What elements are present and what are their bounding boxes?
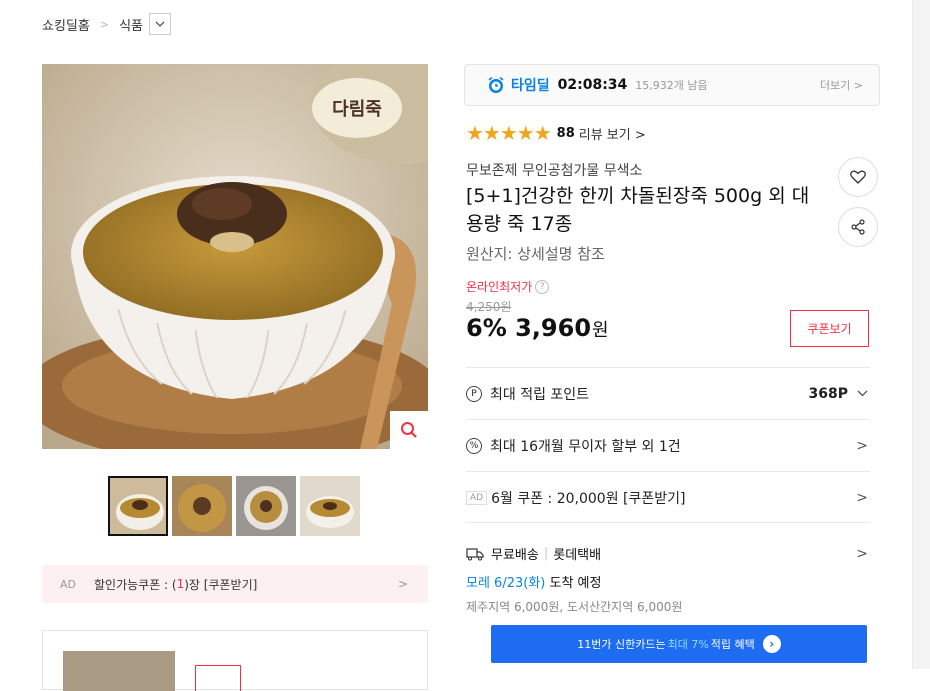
carrier: 롯데택배: [553, 548, 602, 563]
origin-info: 원산지: 상세설명 참조: [466, 245, 605, 263]
divider: |: [543, 546, 549, 561]
truck-icon: [466, 547, 484, 560]
thumbnail-4[interactable]: [300, 476, 360, 536]
rating-row: ★★★★★ 88 리뷰 보기 >: [466, 121, 646, 145]
share-button[interactable]: [838, 207, 878, 247]
wishlist-button[interactable]: [838, 157, 878, 197]
sale-price: 6% 3,960원: [466, 314, 609, 342]
coupon-count: 1: [176, 577, 185, 591]
extra-shipping-fee: 제주지역 6,000원, 도서산간지역 6,000원: [466, 600, 683, 614]
seller-tagline: 무보존제 무인공첨가물 무색소: [466, 163, 643, 179]
monthly-coupon-row[interactable]: AD 6월 쿠폰 : 20,000원 [쿠폰받기] >: [466, 471, 870, 523]
chevron-right-icon[interactable]: >: [856, 546, 868, 562]
timedeal-title: 타임딜: [511, 78, 550, 94]
shipping-info: 무료배송 | 롯데택배 > 모레 6/23(화) 도착 예정 제주지역 6,00…: [466, 522, 870, 615]
card-banner-highlight: 최대 7%: [667, 638, 709, 651]
coupon-bar-prefix: 할인가능쿠폰 : (: [94, 577, 177, 592]
seller-image: [63, 651, 175, 691]
breadcrumb: 쇼킹딜홈 > 식품: [42, 12, 171, 36]
zoom-button[interactable]: [390, 411, 428, 449]
review-count[interactable]: 88: [557, 126, 575, 141]
breadcrumb-home[interactable]: 쇼킹딜홈: [42, 15, 90, 34]
thumbnail-1[interactable]: [108, 476, 168, 536]
heart-icon: [850, 170, 866, 184]
category-dropdown-button[interactable]: [148, 13, 171, 35]
price-unit: 원: [592, 320, 609, 341]
thumbnail-2[interactable]: [172, 476, 232, 536]
chevron-right-icon: >: [397, 577, 408, 591]
points-row[interactable]: P 최대 적립 포인트 368P: [466, 367, 870, 419]
arrow-right-icon: ›: [762, 635, 781, 653]
chevron-down-icon: [857, 390, 868, 397]
installment-text: 최대 16개월 무이자 할부 외 1건: [490, 438, 681, 455]
star-rating-icon: ★★★★★: [466, 121, 552, 145]
card-benefit-button[interactable]: 11번가 신한카드는 최대 7% 적립 혜택 ›: [491, 625, 867, 663]
ad-label: AD: [60, 577, 76, 591]
card-banner-suffix: 적립 혜택: [710, 638, 755, 651]
chevron-right-icon: >: [856, 437, 868, 454]
chevron-down-icon: [155, 21, 165, 27]
ad-label: AD: [466, 490, 488, 505]
review-link[interactable]: 리뷰 보기 >: [579, 124, 646, 143]
chevron-right-icon: >: [856, 489, 868, 506]
help-icon[interactable]: ?: [535, 279, 550, 294]
search-icon: [401, 422, 417, 438]
timedeal-bar: 타임딜 02:08:34 15,932개 남음 더보기 >: [464, 64, 880, 106]
point-icon: P: [466, 385, 482, 402]
thumbnail-list: [108, 476, 360, 536]
timedeal-more-link[interactable]: 더보기 >: [820, 77, 863, 93]
free-shipping: 무료배송: [491, 548, 539, 563]
seller-info-box: [42, 630, 428, 691]
percent-icon: %: [466, 437, 482, 454]
coupon-download-bar[interactable]: AD 할인가능쿠폰 : (1)장 [쿠폰받기] >: [42, 565, 428, 603]
main-product-image[interactable]: 다림죽: [42, 64, 428, 449]
share-icon: [851, 219, 865, 235]
brand-logo: 다림죽: [312, 78, 402, 138]
breadcrumb-category[interactable]: 식품: [119, 15, 143, 34]
product-title: [5+1]건강한 한끼 차돌된장죽 500g 외 대용량 죽 17종: [466, 185, 810, 235]
installment-row[interactable]: % 최대 16개월 무이자 할부 외 1건 >: [466, 419, 870, 471]
card-banner-prefix: 11번가 신한카드는: [577, 638, 666, 651]
thumbnail-3[interactable]: [236, 476, 296, 536]
points-value: 368P: [808, 385, 848, 402]
arrival-date: 모레 6/23(화): [466, 576, 546, 591]
timedeal-countdown: 02:08:34: [557, 77, 628, 93]
scrollbar[interactable]: [912, 0, 930, 669]
discount-rate: 6%: [466, 314, 507, 342]
alarm-clock-icon: [488, 76, 504, 93]
arrival-suffix: 도착 예정: [545, 576, 602, 591]
coupon-view-button[interactable]: 쿠폰보기: [790, 310, 869, 347]
lowest-price-label: 온라인최저가?: [466, 278, 550, 295]
monthly-coupon-text: 6월 쿠폰 : 20,000원 [쿠폰받기]: [491, 490, 686, 507]
original-price: 4,250원: [466, 300, 512, 314]
timedeal-remaining: 15,932개 남음: [635, 79, 708, 92]
price-amount: 3,960: [515, 314, 592, 342]
coupon-bar-suffix: )장 [쿠폰받기]: [184, 577, 258, 592]
breadcrumb-separator-icon: >: [99, 17, 110, 31]
points-label: 최대 적립 포인트: [490, 386, 590, 403]
